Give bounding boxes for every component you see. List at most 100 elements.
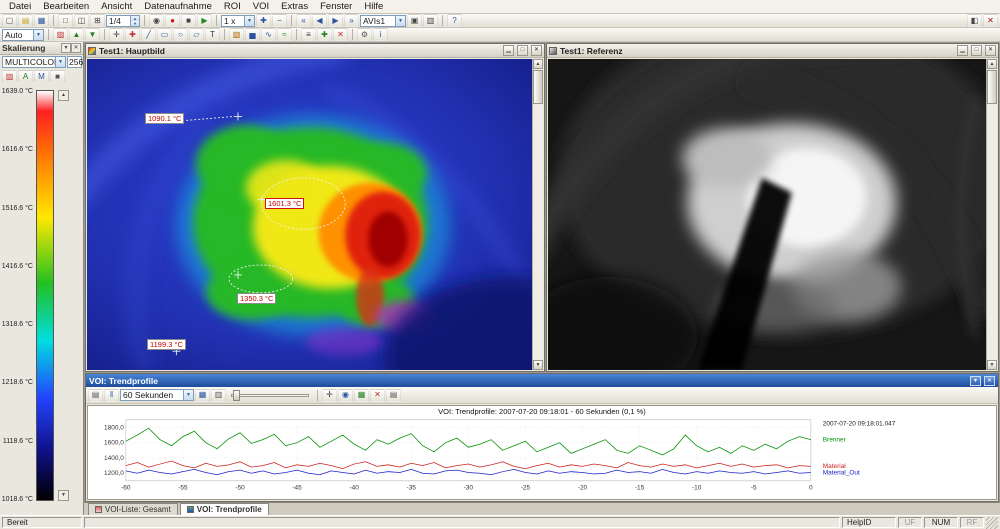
text-tool-icon[interactable]: T [205,28,220,41]
close-icon[interactable]: ✕ [985,45,996,56]
record-icon[interactable]: ● [165,14,180,27]
menu-extras[interactable]: Extras [275,1,314,12]
scale-down-icon[interactable]: ▼ [85,28,100,41]
scale-auto-icon[interactable]: A [18,70,33,83]
point-roi-icon[interactable]: ✚ [125,28,140,41]
stop-icon[interactable]: ■ [181,14,196,27]
trend-panel-header[interactable]: VOI: Trendprofile ▾ ✕ [86,374,998,387]
layout-split-icon[interactable]: ◫ [74,14,89,27]
snapshot-icon[interactable]: ▣ [407,14,422,27]
spinner-arrows[interactable]: ▲▼ [130,16,139,26]
thermal-image[interactable]: 1090.1 °C 1601.3 °C 1350.3 °C 1199.3 °C [87,59,532,370]
polygon-roi-icon[interactable]: ▱ [189,28,204,41]
temp-label[interactable]: 1199.3 °C [147,339,186,350]
chevron-down-icon[interactable]: ▾ [970,376,981,386]
scroll-up-icon[interactable]: ▲ [533,59,543,69]
save-icon[interactable]: ▦ [34,14,49,27]
avi-combo[interactable]: AVIs1▼ [360,15,406,27]
layout-quad-icon[interactable]: ⊞ [90,14,105,27]
close-icon[interactable]: ✕ [531,45,542,56]
scroll-down-icon[interactable]: ▼ [533,360,543,370]
trend-clear-icon[interactable]: ✕ [370,389,385,402]
zoom-combo[interactable]: 1 x▼ [221,15,255,27]
rect-roi-icon[interactable]: ▭ [157,28,172,41]
trend-settings-icon[interactable]: ▤ [88,389,103,402]
scale-palette-icon[interactable]: ▨ [2,70,17,83]
scroll-up-icon[interactable]: ▲ [987,59,997,69]
settings-icon[interactable]: ⚙ [357,28,372,41]
menu-fenster[interactable]: Fenster [314,1,358,12]
maximize-icon[interactable]: □ [517,45,528,56]
trend-visibility-icon[interactable]: ◉ [338,389,353,402]
last-frame-icon[interactable]: » [344,14,359,27]
scale-max-button[interactable]: ▲ [58,90,69,101]
vertical-scrollbar[interactable]: ▲ ▼ [986,59,997,370]
pin-icon[interactable]: ▾ [61,43,71,53]
pointer-tool-icon[interactable]: ✛ [109,28,124,41]
camera-icon[interactable]: ◉ [149,14,164,27]
menu-datenaufnahme[interactable]: Datenaufnahme [138,1,218,12]
trend-position-slider[interactable] [231,390,309,401]
zoom-in-icon[interactable]: ✚ [256,14,271,27]
maximize-icon[interactable]: □ [971,45,982,56]
scrollbar-thumb[interactable] [533,70,543,104]
menu-voi[interactable]: VOI [247,1,275,12]
menu-datei[interactable]: Datei [3,1,37,12]
reference-image[interactable] [548,59,986,370]
color-scale-bar[interactable] [36,90,54,501]
window-hauptbild-header[interactable]: Test1: Hauptbild ▁ □ ✕ [86,44,544,58]
next-frame-icon[interactable]: ▶ [328,14,343,27]
tab-voi-trendprofile[interactable]: VOI: Trendprofile [180,503,269,515]
trend-copy-icon[interactable]: ▥ [211,389,226,402]
play-icon[interactable]: ▶ [197,14,212,27]
layout-single-icon[interactable]: □ [58,14,73,27]
trend-table-icon[interactable]: ▦ [354,389,369,402]
prev-frame-icon[interactable]: ◀ [312,14,327,27]
slider-thumb[interactable] [233,390,240,401]
voi-list-icon[interactable]: ≡ [301,28,316,41]
minimize-icon[interactable]: ▁ [503,45,514,56]
line-roi-icon[interactable]: ╱ [141,28,156,41]
help-icon[interactable]: ? [447,14,462,27]
menu-bearbeiten[interactable]: Bearbeiten [37,1,95,12]
temp-label[interactable]: 1601.3 °C [265,198,304,209]
window-referenz-header[interactable]: Test1: Referenz ▁ □ ✕ [547,44,998,58]
scale-min-button[interactable]: ▼ [58,490,69,501]
trend-save-icon[interactable]: ▦ [195,389,210,402]
histogram-icon[interactable]: ▅ [245,28,260,41]
menu-roi[interactable]: ROI [218,1,247,12]
tab-voi-liste[interactable]: VOI-Liste: Gesamt [88,503,178,515]
trend-tool-icon[interactable]: ≈ [277,28,292,41]
trend-pause-icon[interactable]: ‖ [104,389,119,402]
dock-panel-icon[interactable]: ◧ [967,14,982,27]
close-panel-icon[interactable]: ✕ [983,14,998,27]
profile-icon[interactable]: ∿ [261,28,276,41]
resize-grip[interactable] [986,517,998,529]
close-icon[interactable]: ✕ [984,376,995,386]
isotherm-icon[interactable]: ▧ [229,28,244,41]
open-file-icon[interactable]: ▤ [18,14,33,27]
levels-spinner[interactable]: 256 [67,56,82,68]
interval-combo[interactable]: 60 Sekunden▼ [120,389,194,401]
trend-cursor-icon[interactable]: ✛ [322,389,337,402]
view-count-spinner[interactable]: 1/4▲▼ [106,15,140,27]
new-file-icon[interactable]: ▢ [2,14,17,27]
first-frame-icon[interactable]: « [296,14,311,27]
ellipse-roi-icon[interactable]: ○ [173,28,188,41]
trend-print-icon[interactable]: ▤ [386,389,401,402]
palette-icon[interactable]: ▨ [53,28,68,41]
minimize-icon[interactable]: ▁ [957,45,968,56]
palette-combo[interactable]: MULTICOLOR ▼ [2,56,66,68]
menu-hilfe[interactable]: Hilfe [358,1,389,12]
voi-add-icon[interactable]: ✚ [317,28,332,41]
temp-label[interactable]: 1350.3 °C [237,293,276,304]
scrollbar-thumb[interactable] [987,70,997,104]
scale-up-icon[interactable]: ▲ [69,28,84,41]
temp-label[interactable]: 1090.1 °C [145,113,184,124]
zoom-out-icon[interactable]: − [272,14,287,27]
voi-delete-icon[interactable]: ✕ [333,28,348,41]
close-icon[interactable]: ✕ [71,43,81,53]
trend-chart[interactable]: VOI: Trendprofile: 2007-07-20 09:18:01 -… [87,405,997,500]
info-icon[interactable]: i [373,28,388,41]
report-icon[interactable]: ▥ [423,14,438,27]
